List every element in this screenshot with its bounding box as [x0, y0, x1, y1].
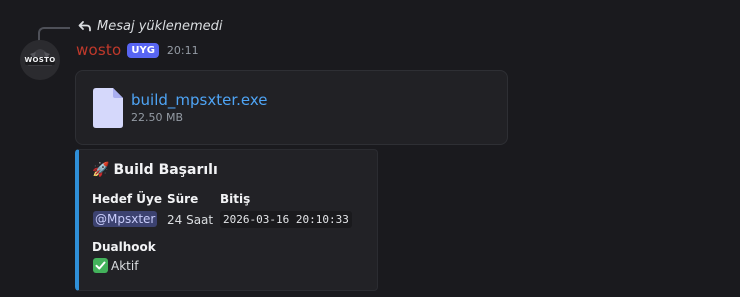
field-value-duration: 24 Saat [167, 213, 214, 227]
message-header: wosto UYG 20:11 [76, 40, 199, 60]
field-value-target-member: @Mpsxter [93, 211, 158, 227]
field-name-duration: Süre [167, 192, 199, 206]
reply-icon [78, 19, 92, 33]
field-name-target-member: Hedef Üye [92, 192, 163, 206]
file-icon [93, 88, 123, 128]
end-datetime-code: 2026-03-16 20:10:33 [220, 211, 352, 228]
server-tag-badge[interactable]: UYG [127, 42, 159, 58]
avatar-logo-text: WOSTO [24, 56, 56, 64]
embed-title: 🚀 Build Başarılı [92, 162, 218, 178]
user-mention[interactable]: @Mpsxter [93, 211, 158, 227]
field-name-dualhook: Dualhook [92, 240, 156, 254]
file-size: 22.50 MB [131, 111, 184, 124]
reply-failed-text: Mesaj yüklenemedi [97, 18, 223, 34]
reply-preview[interactable]: Mesaj yüklenemedi [78, 17, 223, 35]
message-timestamp[interactable]: 20:11 [167, 44, 199, 57]
avatar[interactable]: WOSTO [20, 40, 60, 80]
field-name-end: Bitiş [220, 192, 251, 206]
file-attachment[interactable]: build_mpsxter.exe 22.50 MB [75, 70, 508, 145]
rocket-icon: 🚀 [92, 162, 110, 178]
chat-message-area: Mesaj yüklenemedi WOSTO wosto UYG 20:11 … [0, 0, 740, 297]
field-value-end: 2026-03-16 20:10:33 [220, 211, 352, 228]
reply-connector-line [38, 27, 70, 41]
embed-title-text: Build Başarılı [113, 162, 218, 178]
dualhook-status-text: Aktif [111, 259, 139, 273]
author-username[interactable]: wosto [76, 41, 121, 59]
check-mark-icon [93, 258, 108, 273]
file-name-link[interactable]: build_mpsxter.exe [131, 91, 268, 109]
embed-card: 🚀 Build Başarılı Hedef Üye @Mpsxter Süre… [75, 149, 378, 291]
field-value-dualhook: Aktif [93, 258, 138, 273]
